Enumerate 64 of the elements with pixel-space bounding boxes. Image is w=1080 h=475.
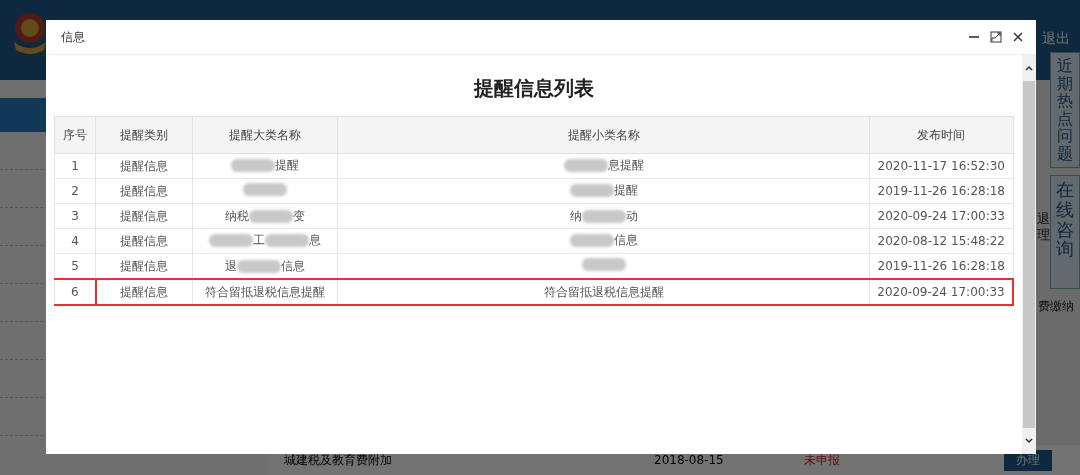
column-header: 序号 [54,116,96,154]
table-cell-text: 变 [293,207,305,225]
tax-status: 未申报 [804,451,841,469]
table-cell-text: 2019-11-26 16:28:18 [877,259,1005,273]
table-cell-text: 提醒信息 [120,157,168,175]
blurred-redaction [231,159,275,172]
table-cell-text: 息 [309,232,321,249]
scroll-down-icon[interactable] [1024,436,1034,446]
table-cell-text: 提醒 [613,182,638,199]
table-cell-text: 信息 [613,232,638,249]
table-cell-text: 2020-11-17 16:52:30 [877,159,1005,173]
blurred-redaction [569,234,614,247]
table-cell-text: 提醒信息 [120,207,168,225]
table-cell-text: 1 [71,159,79,173]
table-cell-text: 息提醒 [607,157,644,174]
online-consult-tab[interactable]: 在线咨询 [1050,175,1080,289]
table-cell-text: 5 [71,259,79,273]
scrollbar[interactable] [1022,55,1036,454]
table-cell-text: 符合留抵退税信息提醒 [205,283,325,301]
blurred-redaction [243,183,287,196]
table-cell-text: 纳 [569,207,582,225]
table-cell-text: 符合留抵退税信息提醒 [543,283,664,301]
blurred-redaction [569,184,614,197]
blurred-redaction [563,159,608,172]
blurred-redaction [249,209,293,223]
tile-label: 理 [1037,226,1050,244]
table-cell-text: 2020-09-24 17:00:33 [877,285,1005,299]
table-cell-text: 提醒 [275,157,299,174]
column-header: 发布时间 [869,116,1013,154]
table-cell-text: 6 [70,285,79,299]
tax-name: 城建税及教育费附加 [284,451,393,469]
table-cell-text: 2020-08-12 15:48:22 [877,234,1005,248]
table-cell-text: 提醒信息 [120,182,168,200]
blurred-redaction [265,234,309,247]
column-header: 提醒小类名称 [337,116,870,154]
blurred-redaction [581,258,626,271]
table-cell-text: 动 [625,207,638,225]
table-cell-text: 2 [71,184,79,198]
column-header: 提醒类别 [95,116,193,154]
column-header: 提醒大类名称 [192,116,338,154]
table-cell-text: 工 [253,232,265,249]
blurred-redaction [209,234,253,247]
table-cell-text: 提醒信息 [120,257,168,275]
table-cell-text: 退 [225,257,237,275]
maximize-icon[interactable] [990,31,1002,43]
blurred-redaction [237,259,281,273]
table-cell-text: 提醒信息 [120,232,168,250]
table-cell-text: 2020-09-24 17:00:33 [877,209,1005,223]
blurred-redaction [581,209,626,223]
table-cell-text: 3 [71,209,79,223]
list-heading: 提醒信息列表 [472,75,595,102]
close-icon[interactable] [1012,31,1024,43]
scroll-up-icon[interactable] [1024,63,1034,73]
tile-label: 退 [1037,210,1050,228]
tax-date: 2018-08-15 [654,453,725,467]
table-cell-text: 4 [71,234,79,248]
dialog-title: 信息 [61,28,85,46]
table-cell-text: 提醒信息 [120,283,169,301]
logout-link[interactable]: 退出 [1042,30,1070,48]
hot-topics-tab[interactable]: 近期热点问题 [1050,52,1080,168]
table-cell-text: 2019-11-26 16:28:18 [877,184,1005,198]
tile-label: 费缴纳 [1038,298,1074,315]
table-cell-text: 信息 [281,257,305,275]
table-cell-text: 纳税 [225,207,249,225]
